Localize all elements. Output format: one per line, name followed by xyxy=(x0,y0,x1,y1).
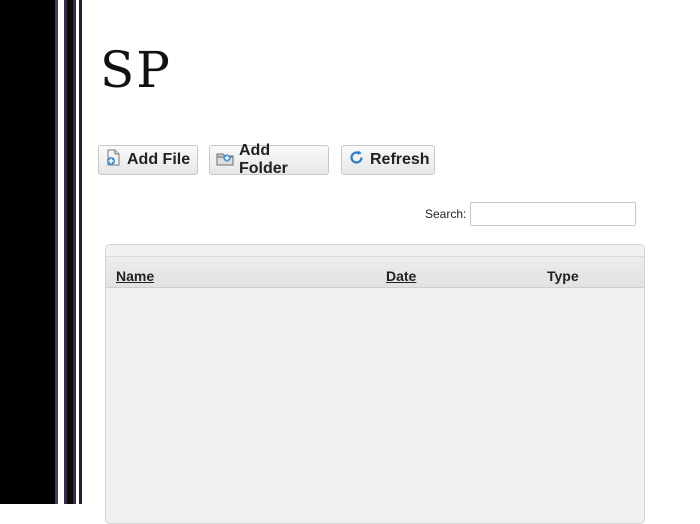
add-folder-button[interactable]: Add Folder xyxy=(209,142,329,177)
refresh-button[interactable]: Refresh xyxy=(341,145,435,175)
grid-header: Name Date Type xyxy=(106,256,644,288)
search-label: Search: xyxy=(425,207,467,221)
add-file-button[interactable]: Add File xyxy=(98,145,198,175)
site-logo: SP xyxy=(100,41,172,99)
search-bar: Search: xyxy=(400,201,637,227)
column-header-type[interactable]: Type xyxy=(547,268,579,284)
refresh-icon xyxy=(348,149,365,171)
search-input[interactable] xyxy=(470,202,637,226)
refresh-label: Refresh xyxy=(370,151,430,168)
add-folder-icon xyxy=(216,150,234,171)
decorative-side-band xyxy=(0,0,82,504)
file-list-grid: Name Date Type xyxy=(105,244,645,524)
column-header-name[interactable]: Name xyxy=(116,268,154,284)
stripe xyxy=(79,0,82,504)
column-header-date[interactable]: Date xyxy=(386,268,416,284)
add-file-icon xyxy=(105,149,122,171)
add-file-label: Add File xyxy=(127,151,191,168)
add-folder-label: Add Folder xyxy=(239,142,288,177)
